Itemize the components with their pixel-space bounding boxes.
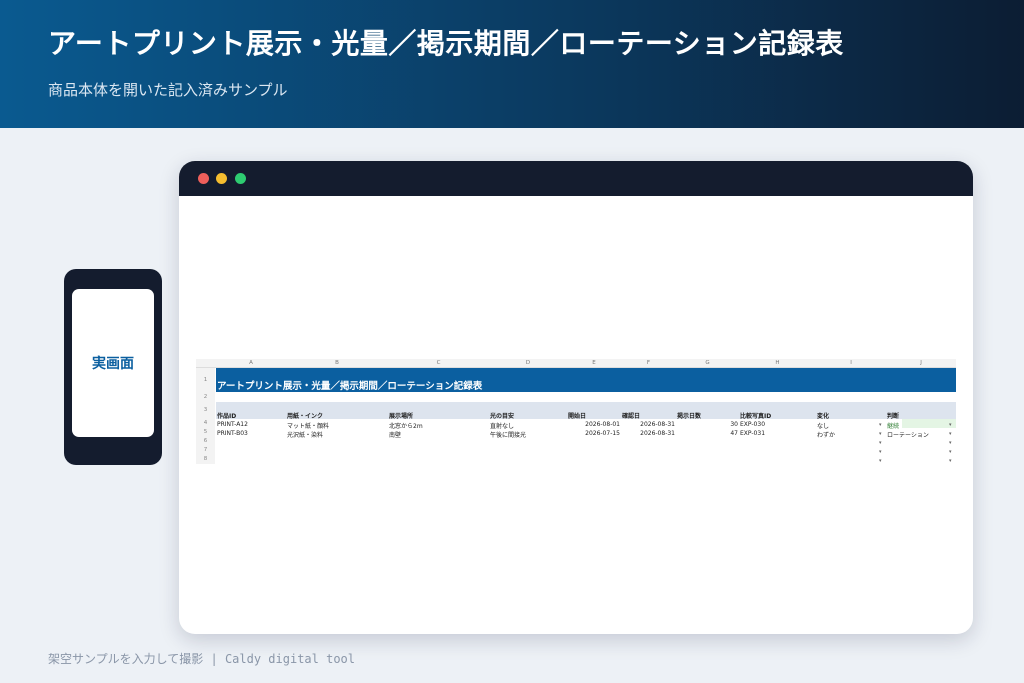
window-titlebar xyxy=(179,161,973,196)
column-header-g[interactable]: G xyxy=(676,359,739,367)
dropdown-arrow-icon[interactable]: ▾ xyxy=(879,449,882,455)
table-cell-place[interactable]: 南壁 xyxy=(389,430,401,439)
column-header-e[interactable]: E xyxy=(567,359,621,367)
minimize-dot-icon[interactable] xyxy=(216,173,227,184)
phone-label: 実画面 xyxy=(92,356,134,372)
app-window: A B C D E F G H I J 1 2 3 4 5 6 7 8 アートプ… xyxy=(179,161,973,634)
phone-screen: 実画面 xyxy=(72,289,154,437)
header-cell-start[interactable]: 開始日 xyxy=(568,411,586,420)
dropdown-arrow-icon[interactable]: ▾ xyxy=(949,431,952,437)
table-cell-light[interactable]: 午後に間接光 xyxy=(490,430,526,439)
column-header-b[interactable]: B xyxy=(286,359,388,367)
header-cell-days[interactable]: 掲示日数 xyxy=(677,411,701,420)
sheet-title[interactable]: アートプリント展示・光量／掲示期間／ローテーション記録表 xyxy=(217,378,482,392)
column-header-j[interactable]: J xyxy=(886,359,956,367)
row-number[interactable]: 5 xyxy=(196,428,215,437)
table-cell-change[interactable]: わずか xyxy=(817,430,835,439)
table-cell-start[interactable]: 2026-08-01 xyxy=(567,421,620,428)
dropdown-arrow-icon[interactable]: ▾ xyxy=(949,458,952,464)
header-cell-check[interactable]: 確認日 xyxy=(622,411,640,420)
spreadsheet: A B C D E F G H I J 1 2 3 4 5 6 7 8 アートプ… xyxy=(196,359,956,469)
column-header-h[interactable]: H xyxy=(739,359,816,367)
header-cell-paper[interactable]: 用紙・インク xyxy=(287,411,323,420)
column-header-f[interactable]: F xyxy=(621,359,676,367)
table-cell-id[interactable]: PRINT-A12 xyxy=(217,421,248,428)
table-cell-photo[interactable]: EXP-031 xyxy=(740,430,765,437)
dropdown-arrow-icon[interactable]: ▾ xyxy=(879,440,882,446)
column-header-c[interactable]: C xyxy=(388,359,489,367)
row-number[interactable]: 2 xyxy=(196,392,215,402)
column-header-a[interactable]: A xyxy=(216,359,286,367)
row-number[interactable]: 1 xyxy=(196,368,215,392)
row-number[interactable]: 7 xyxy=(196,446,215,455)
phone-mockup: 実画面 xyxy=(64,269,162,465)
column-header-i[interactable]: I xyxy=(816,359,886,367)
header-cell-change[interactable]: 変化 xyxy=(817,411,829,420)
header-banner: アートプリント展示・光量／掲示期間／ローテーション記録表 商品本体を開いた記入済… xyxy=(0,0,1024,128)
table-cell-start[interactable]: 2026-07-15 xyxy=(567,430,620,437)
row-number[interactable]: 3 xyxy=(196,402,215,419)
header-cell-light[interactable]: 光の目安 xyxy=(490,411,514,420)
page-subtitle: 商品本体を開いた記入済みサンプル xyxy=(48,81,288,99)
close-dot-icon[interactable] xyxy=(198,173,209,184)
table-cell-id[interactable]: PRINT-B03 xyxy=(217,430,248,437)
judgement-highlight xyxy=(902,419,956,428)
dropdown-arrow-icon[interactable]: ▾ xyxy=(879,431,882,437)
table-cell-days[interactable]: 47 xyxy=(676,430,738,437)
table-cell-judge[interactable]: ローテーション xyxy=(887,430,929,439)
page-title: アートプリント展示・光量／掲示期間／ローテーション記録表 xyxy=(48,27,844,60)
table-cell-paper[interactable]: 光沢紙・染料 xyxy=(287,430,323,439)
table-cell-paper[interactable]: マット紙・顔料 xyxy=(287,421,329,430)
table-cell-days[interactable]: 30 xyxy=(676,421,738,428)
header-cell-judge[interactable]: 判断 xyxy=(887,411,899,420)
header-cell-id[interactable]: 作品ID xyxy=(217,411,236,420)
dropdown-arrow-icon[interactable]: ▾ xyxy=(949,422,952,428)
table-cell-light[interactable]: 直射なし xyxy=(490,421,514,430)
row-number[interactable]: 4 xyxy=(196,419,215,428)
dropdown-arrow-icon[interactable]: ▾ xyxy=(949,449,952,455)
table-cell-check[interactable]: 2026-08-31 xyxy=(621,430,675,437)
row-number[interactable]: 6 xyxy=(196,437,215,446)
table-cell-place[interactable]: 北窓から2m xyxy=(389,421,423,430)
row-number[interactable]: 8 xyxy=(196,455,215,464)
header-cell-place[interactable]: 展示場所 xyxy=(389,411,413,420)
dropdown-arrow-icon[interactable]: ▾ xyxy=(949,440,952,446)
table-cell-judge[interactable]: 継続 xyxy=(887,421,899,430)
column-header-d[interactable]: D xyxy=(489,359,567,367)
maximize-dot-icon[interactable] xyxy=(235,173,246,184)
dropdown-arrow-icon[interactable]: ▾ xyxy=(879,422,882,428)
header-cell-photo[interactable]: 比較写真ID xyxy=(740,411,771,420)
table-cell-photo[interactable]: EXP-030 xyxy=(740,421,765,428)
table-cell-change[interactable]: なし xyxy=(817,421,829,430)
dropdown-arrow-icon[interactable]: ▾ xyxy=(879,458,882,464)
table-cell-check[interactable]: 2026-08-31 xyxy=(621,421,675,428)
footer-caption: 架空サンプルを入力して撮影 | Caldy digital tool xyxy=(48,652,355,666)
